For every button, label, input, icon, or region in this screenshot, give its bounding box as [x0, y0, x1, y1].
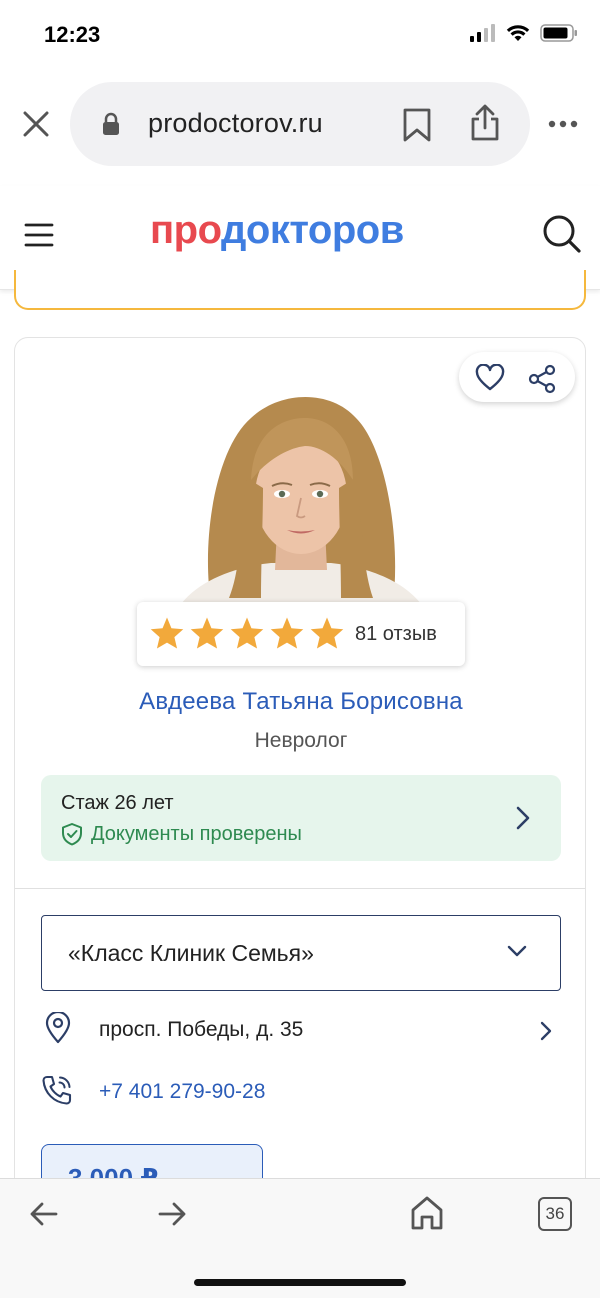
menu-icon[interactable] [24, 222, 54, 248]
address-row[interactable]: просп. Победы, д. 35 [41, 1010, 561, 1050]
heart-icon[interactable] [475, 364, 505, 392]
back-arrow-icon[interactable] [28, 1199, 60, 1229]
chevron-right-icon [516, 806, 530, 830]
rating-box[interactable]: 81 отзыв [137, 602, 465, 666]
documents-verified: Документы проверены [61, 822, 302, 846]
experience-block[interactable]: Стаж 26 лет Документы проверены [41, 775, 561, 861]
star-icon [150, 617, 184, 649]
share-icon[interactable] [470, 104, 500, 142]
doctor-specialty: Невролог [254, 729, 348, 752]
tabs-button[interactable]: 36 [538, 1197, 572, 1231]
chevron-right-icon [540, 1021, 552, 1041]
status-icons [470, 24, 578, 42]
url-text[interactable]: prodoctorov.ru [148, 108, 323, 139]
star-icon [270, 617, 304, 649]
card-actions [459, 352, 575, 402]
previous-card [14, 270, 586, 310]
logo-part-doktorov: докторов [221, 208, 404, 252]
documents-verified-label: Документы проверены [91, 822, 302, 845]
signal-icon [470, 24, 495, 42]
clinic-address: просп. Победы, д. 35 [99, 1018, 304, 1041]
divider [15, 888, 585, 889]
address-bar[interactable]: prodoctorov.ru [70, 82, 530, 166]
star-icon [230, 617, 264, 649]
clinic-select[interactable]: «Класс Клиник Семья» [41, 915, 561, 991]
browser-bar: prodoctorov.ru [0, 82, 600, 168]
star-icon [310, 617, 344, 649]
star-icon [190, 617, 224, 649]
clinic-select-value: «Класс Клиник Семья» [68, 940, 314, 966]
phone-icon [42, 1075, 72, 1105]
review-count[interactable]: 81 отзыв [355, 623, 437, 646]
search-icon[interactable] [542, 214, 582, 254]
experience-text: Стаж 26 лет [61, 792, 174, 814]
wifi-icon [506, 25, 530, 41]
location-pin-icon [45, 1012, 71, 1044]
logo-part-pro: про [150, 208, 222, 252]
close-icon[interactable] [20, 108, 52, 140]
browser-toolbar: 36 [0, 1178, 600, 1298]
doctor-card: 81 отзыв Авдеева Татьяна Борисовна Невро… [14, 337, 586, 1237]
doctor-name[interactable]: Авдеева Татьяна Борисовна [15, 688, 585, 716]
rating-stars [149, 616, 345, 650]
forward-arrow-icon[interactable] [156, 1199, 188, 1229]
tabs-count: 36 [545, 1204, 565, 1223]
home-indicator [194, 1279, 406, 1286]
more-icon[interactable] [548, 120, 578, 128]
shield-check-icon [62, 823, 82, 846]
doctor-photo [181, 388, 421, 604]
status-time: 12:23 [44, 22, 101, 47]
doctor-portrait [181, 388, 421, 604]
bookmark-icon[interactable] [402, 108, 432, 142]
home-icon[interactable] [410, 1195, 444, 1231]
site-logo[interactable]: продокторов [150, 208, 404, 253]
battery-icon [540, 24, 577, 42]
share-network-icon[interactable] [527, 364, 557, 394]
lock-icon [103, 112, 119, 135]
clinic-phone[interactable]: +7 401 279-90-28 [99, 1080, 265, 1104]
chevron-down-icon [507, 945, 527, 957]
phone-row[interactable]: +7 401 279-90-28 [41, 1072, 561, 1112]
status-bar: 12:23 [0, 0, 600, 70]
